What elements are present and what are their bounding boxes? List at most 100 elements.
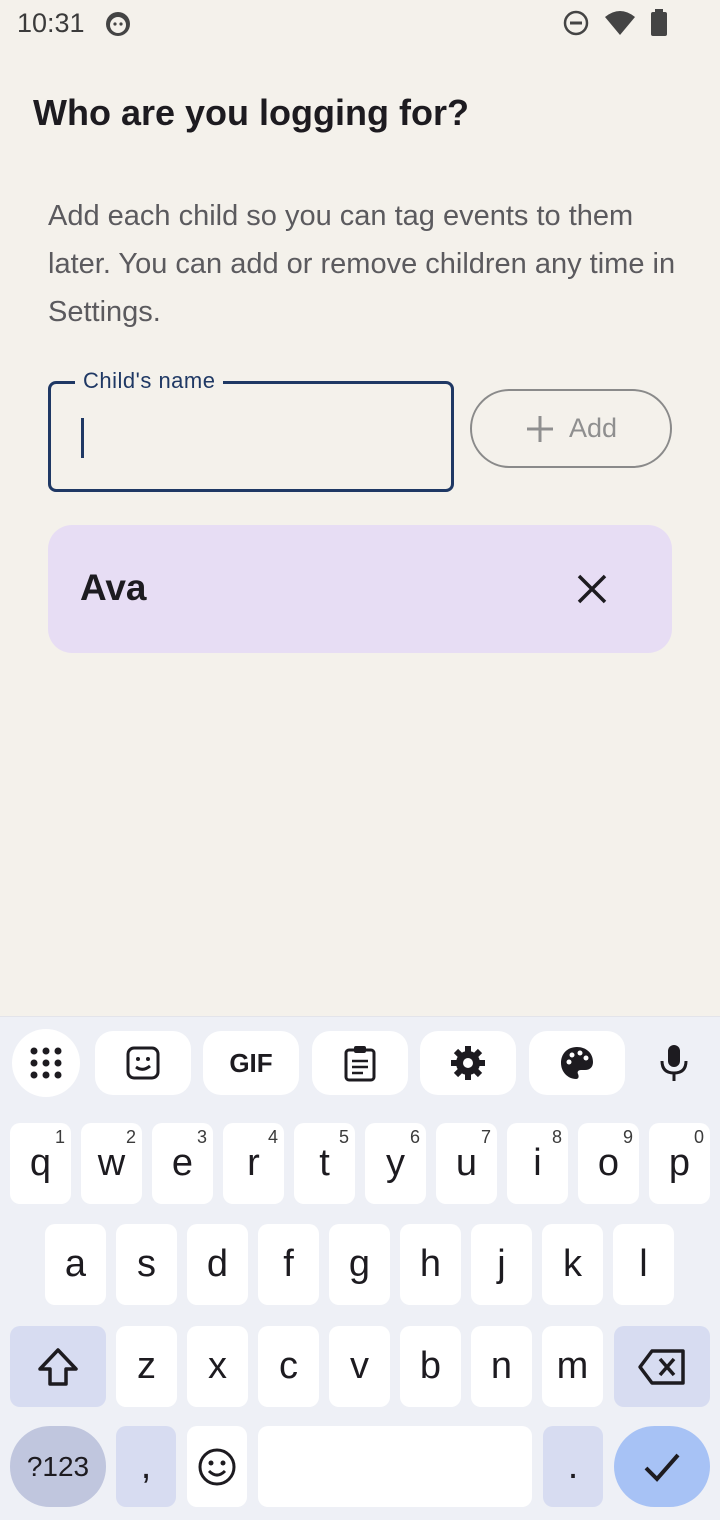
sticker-icon: [126, 1046, 160, 1080]
child-chip: Ava: [48, 525, 672, 653]
key-hint: 0: [693, 1127, 704, 1147]
space-key[interactable]: [258, 1426, 532, 1507]
key-label: d: [206, 1243, 229, 1285]
key-hint: 9: [622, 1127, 633, 1147]
key-hint: 8: [551, 1127, 562, 1147]
key-label: p: [668, 1142, 691, 1184]
apps-grid-icon: [30, 1047, 62, 1079]
key-z[interactable]: z: [116, 1326, 177, 1407]
gif-label: GIF: [229, 1047, 273, 1078]
key-label: n: [490, 1345, 513, 1387]
key-label: w: [97, 1142, 126, 1184]
key-p[interactable]: p0: [649, 1123, 710, 1204]
child-name-label: Child's name: [75, 368, 224, 394]
key-y[interactable]: y6: [365, 1123, 426, 1204]
key-r[interactable]: r4: [223, 1123, 284, 1204]
key-h[interactable]: h: [400, 1224, 461, 1305]
key-hint: 3: [196, 1127, 207, 1147]
remove-child-button[interactable]: [572, 569, 612, 609]
key-label: t: [319, 1142, 330, 1184]
comma-key[interactable]: ,: [116, 1426, 176, 1507]
sticker-button[interactable]: [95, 1031, 191, 1095]
emoji-key[interactable]: [187, 1426, 247, 1507]
key-label: j: [497, 1243, 506, 1285]
key-hint: 2: [125, 1127, 136, 1147]
palette-icon: [561, 1047, 593, 1079]
key-m[interactable]: m: [542, 1326, 603, 1407]
key-l[interactable]: l: [613, 1224, 674, 1305]
key-x[interactable]: x: [187, 1326, 248, 1407]
key-label: r: [247, 1142, 260, 1184]
key-label: l: [639, 1243, 648, 1285]
child-name-field[interactable]: Child's name: [48, 368, 454, 492]
key-label: m: [556, 1345, 589, 1387]
symbols-key[interactable]: ?123: [10, 1426, 106, 1507]
shift-icon: [38, 1347, 78, 1386]
backspace-key[interactable]: [614, 1326, 710, 1407]
clipboard-icon: [344, 1046, 376, 1082]
period-key[interactable]: .: [543, 1426, 603, 1507]
key-f[interactable]: f: [258, 1224, 319, 1305]
key-label: v: [350, 1345, 369, 1387]
checkmark-icon: [644, 1453, 680, 1482]
key-label: z: [137, 1345, 156, 1387]
keyboard-apps-button[interactable]: [12, 1029, 80, 1097]
enter-key[interactable]: [614, 1426, 710, 1507]
backspace-icon: [638, 1348, 685, 1385]
theme-button[interactable]: [529, 1031, 625, 1095]
key-g[interactable]: g: [329, 1224, 390, 1305]
child-name: Ava: [80, 567, 147, 608]
key-label: e: [171, 1142, 194, 1184]
key-s[interactable]: s: [116, 1224, 177, 1305]
period-key-label: .: [567, 1445, 579, 1487]
key-q[interactable]: q1: [10, 1123, 71, 1204]
symbols-key-label: ?123: [26, 1450, 90, 1482]
wifi-icon: [604, 9, 636, 42]
shift-key[interactable]: [10, 1326, 106, 1407]
status-time: 10:31: [17, 8, 85, 38]
page-description: Add each child so you can tag events to …: [48, 200, 676, 328]
key-label: g: [348, 1243, 371, 1285]
key-hint: 5: [338, 1127, 349, 1147]
key-label: u: [455, 1142, 478, 1184]
key-t[interactable]: t5: [294, 1123, 355, 1204]
key-k[interactable]: k: [542, 1224, 603, 1305]
key-label: c: [279, 1345, 298, 1387]
key-label: o: [597, 1142, 620, 1184]
keyboard-settings-button[interactable]: [420, 1031, 516, 1095]
close-icon: [577, 574, 607, 604]
key-hint: 1: [54, 1127, 65, 1147]
on-screen-keyboard: GIF q1w2e3r4t5y6u7i8o9p0 asdfghjkl zxcvb…: [0, 1016, 720, 1520]
key-label: f: [283, 1243, 294, 1285]
key-v[interactable]: v: [329, 1326, 390, 1407]
add-child-button[interactable]: Add: [470, 389, 672, 468]
key-w[interactable]: w2: [81, 1123, 142, 1204]
key-b[interactable]: b: [400, 1326, 461, 1407]
status-bar: 10:31: [0, 0, 720, 50]
gif-button[interactable]: GIF: [203, 1031, 299, 1095]
key-label: i: [533, 1142, 542, 1184]
key-c[interactable]: c: [258, 1326, 319, 1407]
key-hint: 4: [267, 1127, 278, 1147]
key-e[interactable]: e3: [152, 1123, 213, 1204]
key-hint: 7: [480, 1127, 491, 1147]
add-button-label: Add: [568, 413, 618, 443]
key-j[interactable]: j: [471, 1224, 532, 1305]
key-i[interactable]: i8: [507, 1123, 568, 1204]
key-d[interactable]: d: [187, 1224, 248, 1305]
key-label: h: [419, 1243, 442, 1285]
clipboard-button[interactable]: [312, 1031, 408, 1095]
comma-key-label: ,: [140, 1445, 152, 1487]
key-n[interactable]: n: [471, 1326, 532, 1407]
notification-face-icon: [104, 10, 132, 43]
key-u[interactable]: u7: [436, 1123, 497, 1204]
voice-input-button[interactable]: [640, 1031, 708, 1095]
key-o[interactable]: o9: [578, 1123, 639, 1204]
gear-icon: [451, 1046, 485, 1080]
key-a[interactable]: a: [45, 1224, 106, 1305]
do-not-disturb-icon: [562, 9, 590, 42]
key-label: x: [208, 1345, 227, 1387]
key-label: b: [419, 1345, 442, 1387]
key-label: s: [137, 1243, 156, 1285]
key-label: q: [29, 1142, 52, 1184]
